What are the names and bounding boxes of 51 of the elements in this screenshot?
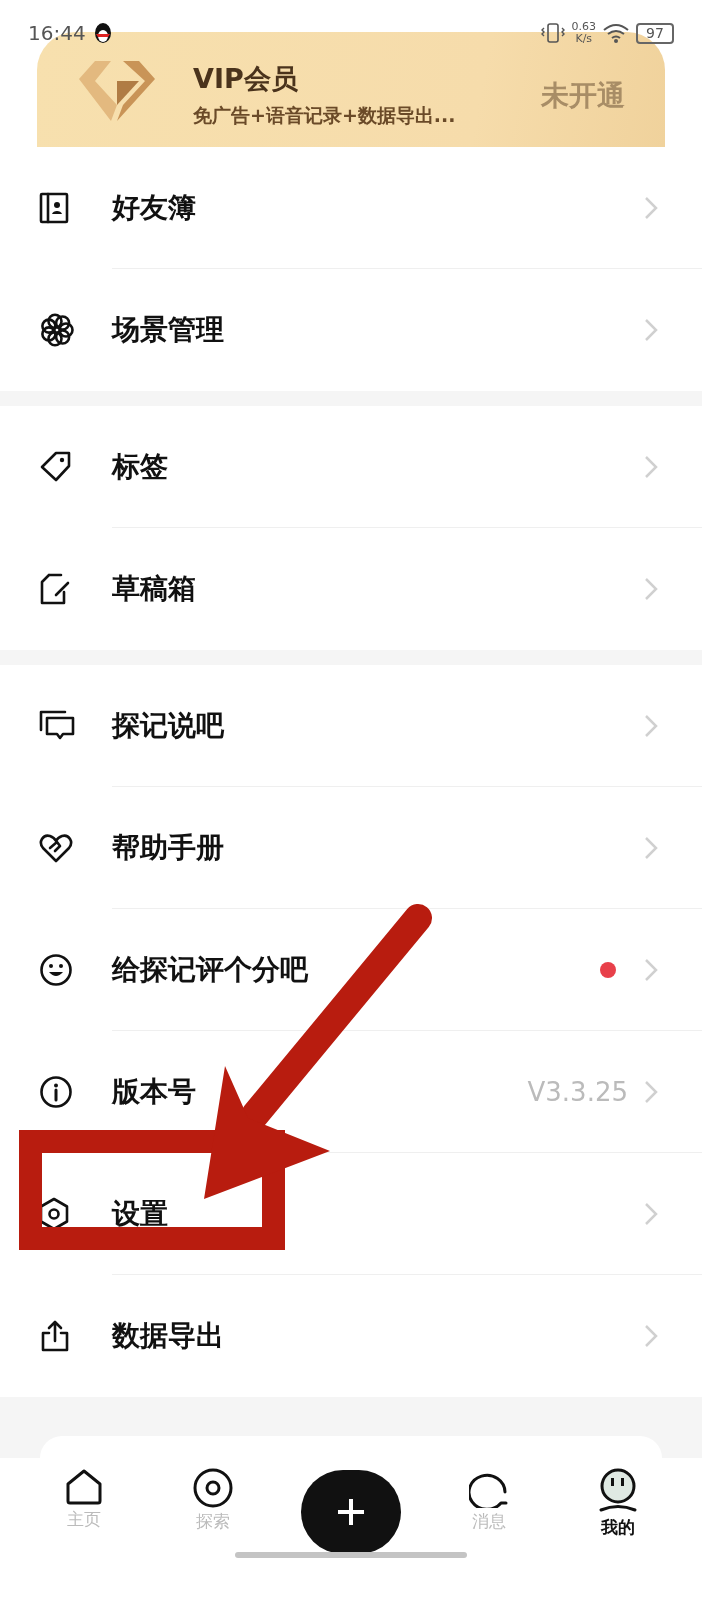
menu-item[interactable]: 帮助手册 [0,787,702,909]
chevron-right-icon [644,714,658,738]
menu-item[interactable]: 设置 [0,1153,702,1275]
tag-icon [39,450,73,484]
flower-icon [39,312,75,348]
menu-label: 探记说吧 [112,708,225,744]
chevron-right-icon [644,836,658,860]
edit-document-icon [39,572,71,606]
chat-bubbles-icon [39,710,75,742]
menu-item[interactable]: 版本号 V3.3.25 [0,1031,702,1153]
chevron-right-icon [644,455,658,479]
menu-label: 版本号 [112,1074,197,1110]
chevron-right-icon [644,1324,658,1348]
smiley-icon [39,953,73,987]
network-speed-unit: K/s [575,33,593,45]
chevron-right-icon [644,1202,658,1226]
menu-label: 草稿箱 [112,571,197,607]
menu-label: 数据导出 [112,1318,225,1354]
vip-status: 未开通 [541,77,625,114]
menu-item[interactable]: 探记说吧 [0,665,702,787]
home-icon [65,1468,104,1506]
vibrate-icon [539,22,566,44]
target-icon [192,1468,233,1508]
info-icon [39,1075,73,1109]
heart-icon [39,832,73,864]
menu-item[interactable]: 好友簿 [0,147,702,269]
menu-label: 帮助手册 [112,830,225,866]
network-speed: 0.63 [571,21,596,33]
menu-label: 场景管理 [112,312,225,348]
chevron-right-icon [644,318,658,342]
menu-item[interactable]: 标签 [0,406,702,528]
menu-label: 给探记评个分吧 [112,952,309,988]
menu-item[interactable]: 草稿箱 [0,528,702,650]
plus-icon [335,1497,366,1527]
contact-book-icon [39,192,69,224]
vip-title: VIP会员 [193,61,299,96]
version-number: V3.3.25 [527,1077,628,1107]
chevron-right-icon [644,1080,658,1104]
wifi-icon [602,22,630,44]
share-icon [39,1319,71,1353]
menu-label: 设置 [112,1196,169,1232]
chevron-right-icon [644,577,658,601]
menu-label: 标签 [112,449,169,485]
vip-benefits: 免广告+语音记录+数据导出... [193,102,457,128]
menu-label: 好友簿 [112,190,197,226]
menu-item[interactable]: 给探记评个分吧 [0,909,702,1031]
menu-item[interactable]: 场景管理 [0,269,702,391]
chevron-right-icon [644,958,658,982]
menu-item[interactable]: 数据导出 [0,1275,702,1397]
chevron-right-icon [644,196,658,220]
tab-item[interactable]: 我的 [577,1458,658,1539]
